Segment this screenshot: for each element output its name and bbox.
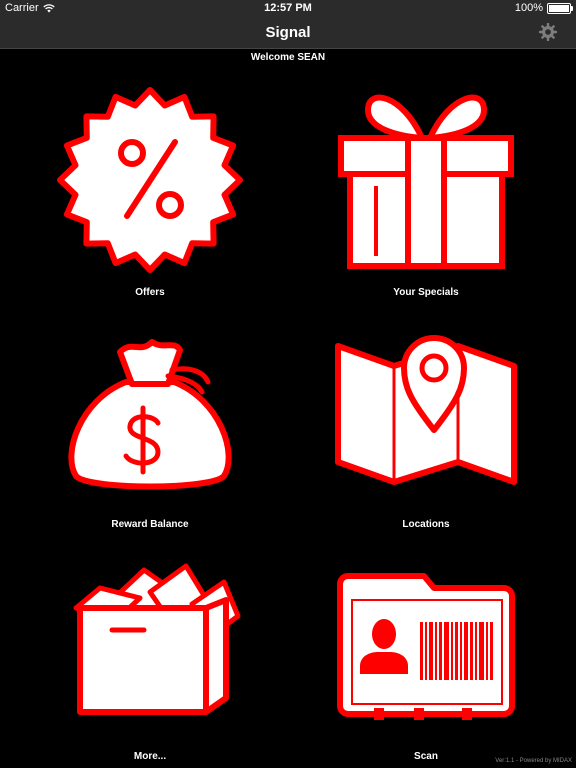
tile-label-reward-balance: Reward Balance bbox=[111, 519, 189, 530]
barcode-bar bbox=[420, 622, 423, 680]
barcode-bar bbox=[464, 622, 468, 680]
map-pin-icon bbox=[335, 335, 517, 485]
page-title: Signal bbox=[265, 24, 311, 41]
barcode-bar bbox=[439, 622, 442, 680]
tile-label-more: More... bbox=[133, 751, 167, 762]
tile-label-locations: Locations bbox=[402, 519, 450, 530]
battery-fill bbox=[549, 4, 569, 12]
more-button[interactable]: More... bbox=[40, 544, 260, 764]
id-card-barcode-icon bbox=[337, 573, 515, 720]
battery-icon bbox=[547, 2, 573, 14]
tile-label-offers: Offers bbox=[135, 287, 165, 298]
barcode-bar bbox=[451, 622, 453, 680]
reward-balance-button[interactable]: Reward Balance bbox=[40, 312, 260, 532]
nav-bar: Signal bbox=[0, 18, 576, 49]
offers-button[interactable]: Offers bbox=[40, 80, 260, 300]
version-text: Ver:1.1 - Powered by MIDAX bbox=[495, 758, 572, 764]
app-screen: Carrier 12:57 PM 100% Signal Welcome SEA… bbox=[0, 0, 576, 768]
gear-icon[interactable] bbox=[538, 22, 558, 42]
barcode-bar bbox=[470, 622, 473, 680]
percent-badge-icon bbox=[57, 87, 243, 273]
gift-icon bbox=[338, 94, 514, 269]
barcode-bar bbox=[429, 622, 433, 680]
barcode-bar bbox=[490, 622, 493, 680]
your-specials-button[interactable]: Your Specials bbox=[316, 80, 536, 300]
barcode-bar bbox=[460, 622, 462, 680]
locations-button[interactable]: Locations bbox=[316, 312, 536, 532]
money-bag-icon bbox=[68, 339, 232, 490]
tile-label-your-specials: Your Specials bbox=[393, 287, 459, 298]
barcode-bar bbox=[425, 622, 427, 680]
status-time: 12:57 PM bbox=[264, 2, 312, 14]
status-bar: Carrier 12:57 PM 100% bbox=[0, 0, 576, 18]
status-right: 100% bbox=[514, 2, 573, 14]
barcode-bar bbox=[444, 622, 449, 680]
battery-percent: 100% bbox=[514, 2, 543, 14]
welcome-message: Welcome SEAN bbox=[250, 52, 326, 63]
barcode-bar bbox=[455, 622, 458, 680]
barcode-bar bbox=[475, 622, 477, 680]
scan-button[interactable]: Scan bbox=[316, 544, 536, 764]
open-box-icon bbox=[73, 563, 241, 715]
barcode-bar bbox=[486, 622, 488, 680]
barcode-bar bbox=[479, 622, 484, 680]
barcode-bar bbox=[435, 622, 437, 680]
